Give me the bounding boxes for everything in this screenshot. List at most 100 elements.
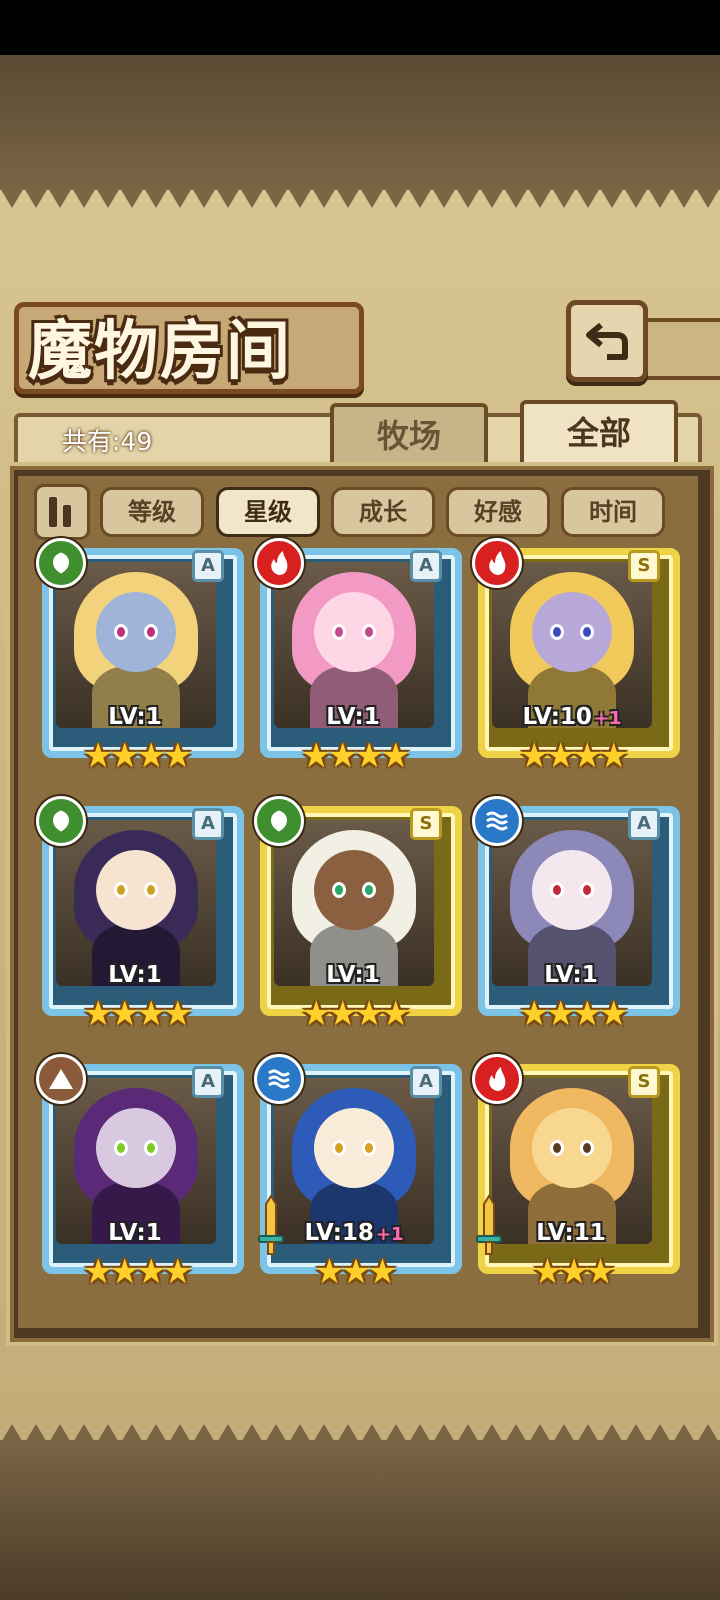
level-value: LV:1 bbox=[108, 704, 162, 730]
star-rating: ★★★ bbox=[314, 1252, 397, 1292]
filter-star[interactable]: 星级 bbox=[216, 487, 320, 537]
portrait-eye bbox=[144, 624, 158, 640]
page-title: 魔物房间 bbox=[28, 314, 292, 389]
element-badge bbox=[254, 1054, 304, 1104]
star-rating: ★★★★ bbox=[83, 994, 193, 1034]
portrait-face bbox=[314, 1108, 394, 1188]
portrait-eye bbox=[550, 882, 564, 898]
grade-badge: S bbox=[410, 808, 442, 840]
monster-card[interactable]: S LV:11 ★★★ bbox=[472, 1054, 680, 1292]
star-rating: ★★★★ bbox=[301, 736, 411, 776]
level-value: LV:1 bbox=[108, 1220, 162, 1246]
star-rating: ★★★ bbox=[532, 1252, 615, 1292]
portrait-eye bbox=[580, 624, 594, 640]
grade-badge: S bbox=[628, 1066, 660, 1098]
level-label: LV:18 +1 bbox=[256, 1220, 452, 1246]
monster-card[interactable]: A LV:1 ★★★★ bbox=[36, 796, 244, 1034]
star-rating: ★★★★ bbox=[83, 736, 193, 776]
level-label: LV:1 bbox=[38, 962, 234, 988]
portrait-face bbox=[96, 1108, 176, 1188]
monster-card[interactable]: A LV:1 ★★★★ bbox=[254, 538, 462, 776]
monster-card[interactable]: A LV:1 ★★★★ bbox=[472, 796, 680, 1034]
grade-badge: A bbox=[192, 550, 224, 582]
monster-card[interactable]: A LV:1 ★★★★ bbox=[36, 1054, 244, 1292]
monster-count: 共有:49 bbox=[62, 427, 153, 456]
portrait-eye bbox=[114, 882, 128, 898]
water-element-icon bbox=[486, 811, 508, 831]
portrait-eye bbox=[580, 1140, 594, 1156]
tab-pasture[interactable]: 牧场 bbox=[330, 403, 488, 465]
element-badge bbox=[36, 538, 86, 588]
level-label: LV:11 bbox=[474, 1220, 670, 1246]
level-label: LV:1 bbox=[474, 962, 670, 988]
back-button-rail bbox=[640, 318, 720, 380]
portrait-face bbox=[96, 850, 176, 930]
star-rating: ★★★★ bbox=[301, 994, 411, 1034]
earth-element-icon bbox=[49, 1069, 73, 1089]
water-element-icon bbox=[268, 1069, 290, 1089]
level-value: LV:11 bbox=[536, 1220, 606, 1246]
bottom-map-band bbox=[0, 1440, 720, 1600]
portrait-eye bbox=[332, 1140, 346, 1156]
element-badge bbox=[36, 1054, 86, 1104]
fire-element-icon bbox=[489, 551, 506, 575]
element-badge bbox=[472, 538, 522, 588]
grade-badge: A bbox=[410, 550, 442, 582]
level-bonus: +1 bbox=[375, 1224, 404, 1245]
level-bonus: +1 bbox=[593, 708, 622, 729]
level-value: LV:1 bbox=[326, 704, 380, 730]
grade-badge: A bbox=[410, 1066, 442, 1098]
top-zigzag-edge bbox=[0, 188, 720, 208]
star-rating: ★★★★ bbox=[519, 736, 629, 776]
grade-badge: A bbox=[192, 1066, 224, 1098]
tab-all[interactable]: 全部 bbox=[520, 400, 678, 470]
grade-badge: A bbox=[628, 808, 660, 840]
element-badge bbox=[254, 538, 304, 588]
portrait-eye bbox=[580, 882, 594, 898]
nature-element-icon bbox=[53, 552, 69, 574]
level-label: LV:1 bbox=[38, 1220, 234, 1246]
portrait-eye bbox=[550, 624, 564, 640]
portrait-face bbox=[532, 1108, 612, 1188]
level-label: LV:10 +1 bbox=[474, 704, 670, 730]
filter-affection[interactable]: 好感 bbox=[446, 487, 550, 537]
top-map-band bbox=[0, 55, 720, 190]
monster-card[interactable]: A LV:18 +1 ★★★ bbox=[254, 1054, 462, 1292]
filter-level[interactable]: 等级 bbox=[100, 487, 204, 537]
element-badge bbox=[472, 1054, 522, 1104]
portrait-eye bbox=[332, 882, 346, 898]
level-label: LV:1 bbox=[38, 704, 234, 730]
filter-growth[interactable]: 成长 bbox=[331, 487, 435, 537]
level-label: LV:1 bbox=[256, 704, 452, 730]
monster-card[interactable]: S LV:10 +1 ★★★★ bbox=[472, 538, 680, 776]
portrait-eye bbox=[144, 882, 158, 898]
portrait-eye bbox=[550, 1140, 564, 1156]
sort-order-toggle[interactable] bbox=[34, 484, 90, 540]
bottom-zigzag-edge bbox=[0, 1424, 720, 1444]
portrait-eye bbox=[144, 1140, 158, 1156]
nature-element-icon bbox=[53, 810, 69, 832]
portrait-face bbox=[96, 592, 176, 672]
portrait-eye bbox=[362, 882, 376, 898]
nature-element-icon bbox=[271, 810, 287, 832]
sort-bar-icon bbox=[49, 497, 57, 527]
portrait-face bbox=[314, 850, 394, 930]
portrait-eye bbox=[114, 1140, 128, 1156]
level-value: LV:10 bbox=[522, 704, 592, 730]
monster-card[interactable]: S LV:1 ★★★★ bbox=[254, 796, 462, 1034]
grade-badge: S bbox=[628, 550, 660, 582]
grade-badge: A bbox=[192, 808, 224, 840]
portrait-eye bbox=[362, 624, 376, 640]
star-rating: ★★★★ bbox=[519, 994, 629, 1034]
star-rating: ★★★★ bbox=[83, 1252, 193, 1292]
back-button[interactable] bbox=[566, 300, 648, 382]
filter-time[interactable]: 时间 bbox=[561, 487, 665, 537]
return-arrow-icon bbox=[586, 322, 628, 360]
monster-card[interactable]: A LV:1 ★★★★ bbox=[36, 538, 244, 776]
level-value: LV:1 bbox=[326, 962, 380, 988]
fire-element-icon bbox=[271, 551, 288, 575]
sort-bar-icon bbox=[63, 505, 71, 527]
level-value: LV:1 bbox=[544, 962, 598, 988]
level-value: LV:1 bbox=[108, 962, 162, 988]
fire-element-icon bbox=[489, 1067, 506, 1091]
